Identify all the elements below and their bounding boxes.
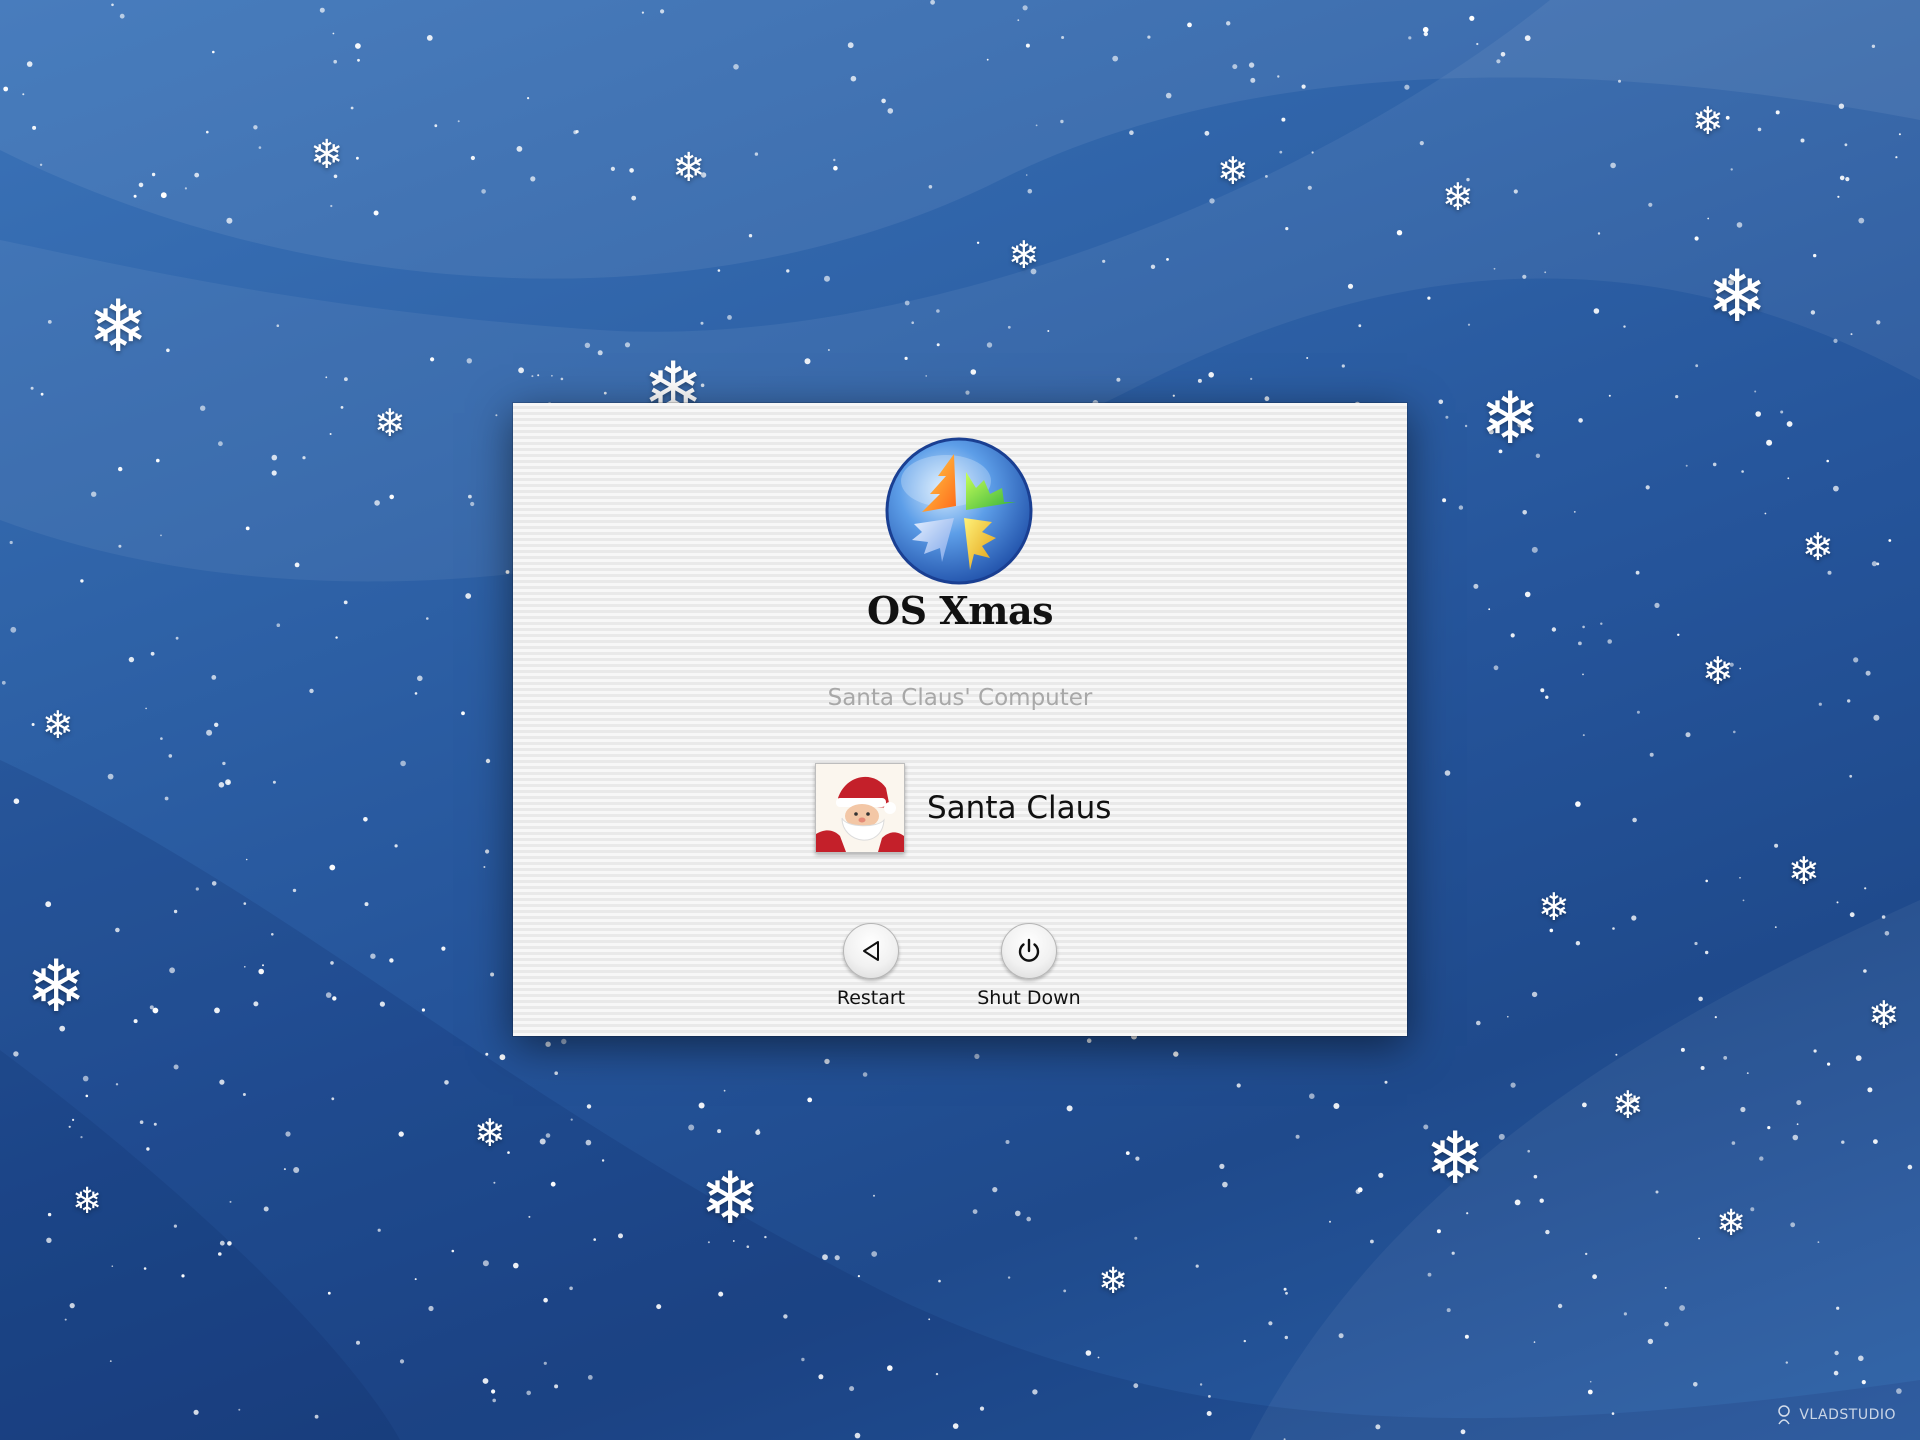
snowflake-icon: ❄ [1217,149,1249,193]
power-icon [1018,938,1040,962]
shutdown-button-circle[interactable] [1001,923,1057,979]
snowflake-icon: ❄ [1868,993,1900,1037]
snowflake-icon: ❄ [42,703,74,747]
snowflake-icon: ❄ [700,1156,761,1240]
restart-button[interactable]: Restart [801,923,941,1009]
watermark: VLADSTUDIO [1775,1404,1896,1426]
snowflake-icon: ❄ [1612,1083,1644,1127]
snowflake-icon: ❄ [374,401,406,445]
snowflake-icon: ❄ [88,284,149,368]
os-name-title: OS Xmas [867,588,1053,633]
shutdown-label: Shut Down [977,987,1081,1009]
snowflake-icon: ❄ [474,1111,506,1155]
restart-label: Restart [836,987,906,1009]
snowflake-icon: ❄ [1480,376,1541,460]
computer-name-label: Santa Claus' Computer [827,685,1093,711]
snowflake-icon: ❄ [310,132,344,178]
shutdown-button[interactable]: Shut Down [959,923,1099,1009]
os-xmas-globe-logo-icon [885,437,1033,585]
snowflake-icon: ❄ [26,944,87,1028]
snowflake-icon: ❄ [672,145,706,191]
snowflake-icon: ❄ [1008,233,1040,277]
snowflake-icon: ❄ [1425,1116,1486,1200]
vladstudio-logo-icon [1778,1405,1791,1425]
santa-avatar-icon [815,763,905,853]
snowflake-icon: ❄ [1538,885,1570,929]
restart-button-circle[interactable] [843,923,899,979]
desktop-background: ❄ ❄ ❄ ❄ ❄ ❄ ❄ ❄ ❄ ❄ ❄ ❄ ❄ ❄ ❄ ❄ ❄ ❄ ❄ ❄ … [0,0,1920,1440]
user-item-santa-claus[interactable]: Santa Claus [815,763,1111,853]
snowflake-icon: ❄ [1692,99,1724,143]
watermark-text: VLADSTUDIO [1799,1407,1896,1423]
snowflake-icon: ❄ [1442,175,1474,219]
login-window: OS Xmas Santa Claus' Computer Santa Clau… [513,403,1407,1036]
snowflake-icon: ❄ [1098,1261,1129,1302]
snowflake-icon: ❄ [1707,254,1768,338]
snowflake-icon: ❄ [1788,849,1820,893]
restart-triangle-icon [863,941,879,961]
snowflake-icon: ❄ [72,1181,103,1222]
snowflake-icon: ❄ [1802,525,1834,569]
snowflake-icon: ❄ [1716,1203,1747,1244]
user-name-label: Santa Claus [927,790,1112,826]
snowflake-icon: ❄ [1702,649,1734,693]
